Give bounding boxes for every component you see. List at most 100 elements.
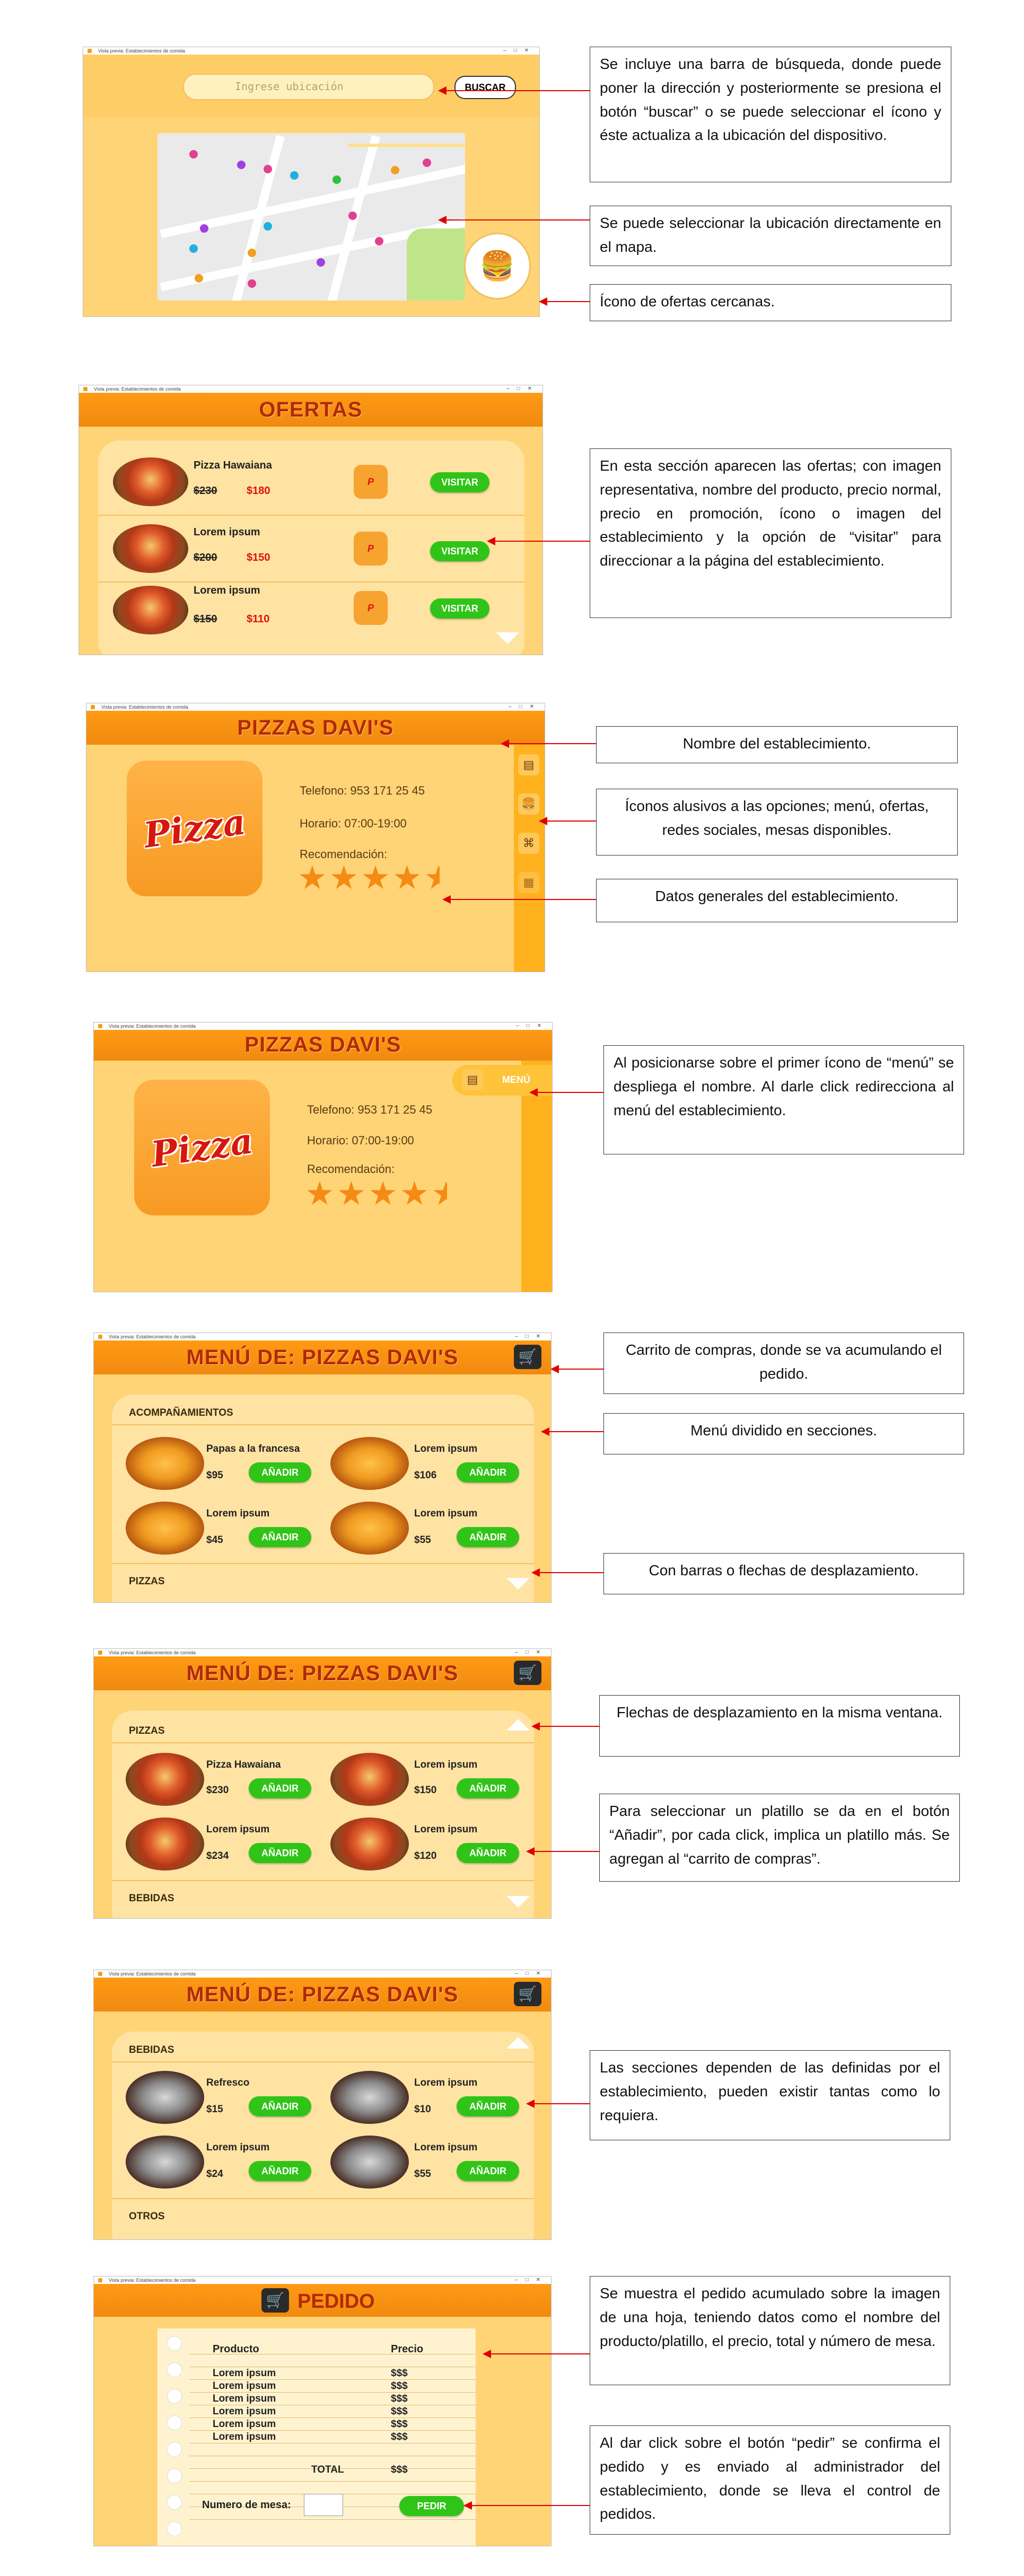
offer-image [113,586,188,634]
map-pin-icon[interactable] [237,161,246,169]
map-pin-icon[interactable] [391,166,399,174]
map-pin-icon[interactable] [348,211,357,220]
menu-icon[interactable]: ▤ [518,754,539,775]
map-pin-icon[interactable] [248,249,256,257]
note-general-data: Datos generales del establecimiento. [596,879,958,922]
menu-title: MENÚ DE: PIZZAS DAVI'S [186,1983,459,2006]
map-pin-icon[interactable] [423,158,431,167]
dish-price: $95 [206,1470,223,1481]
add-button[interactable]: AÑADIR [249,1462,311,1483]
map-screen: Vista previa: Establecimientos de comida… [83,47,540,317]
add-button[interactable]: AÑADIR [249,2161,311,2181]
shopping-cart-icon[interactable]: 🛒 [514,1982,541,2006]
menu-header: MENÚ DE: PIZZAS DAVI'S [94,1978,551,2012]
menu-icon[interactable]: ▤ [462,1069,483,1090]
map-pin-icon[interactable] [248,279,256,288]
window-controls[interactable]: –□✕ [515,1971,548,1977]
sheet-line [189,2430,476,2431]
add-button[interactable]: AÑADIR [249,1778,311,1798]
add-button[interactable]: AÑADIR [457,2161,519,2181]
dish-image [126,1818,204,1871]
menu-panel[interactable] [112,2032,534,2239]
add-button[interactable]: AÑADIR [457,1462,519,1483]
window-controls[interactable]: –□✕ [509,704,541,710]
order-button[interactable]: PEDIR [399,2496,464,2516]
table-number-label: Numero de mesa: [202,2499,291,2511]
scroll-up-arrow[interactable] [506,2037,530,2049]
establishment-name: PIZZAS DAVI'S [237,716,394,739]
window-controls[interactable]: –□✕ [503,48,536,54]
map-pin-icon[interactable] [189,150,198,158]
add-button[interactable]: AÑADIR [457,1843,519,1863]
scroll-down-arrow[interactable] [506,1578,530,1590]
tables-icon[interactable]: ▦ [518,872,539,893]
section-title: ACOMPAÑAMIENTOS [129,1407,233,1418]
window-controls[interactable]: –□✕ [516,1023,549,1029]
map-pin-icon[interactable] [332,175,341,184]
dish-name: Lorem ipsum [414,1443,478,1454]
map-pin-icon[interactable] [317,258,325,267]
map-pin-icon[interactable] [200,224,208,233]
section-divider [112,2061,534,2062]
add-button[interactable]: AÑADIR [249,2096,311,2116]
menu-panel[interactable] [112,1710,534,1918]
app-icon [98,1024,102,1028]
map-pin-icon[interactable] [264,165,272,173]
dish-image [330,1818,409,1871]
visit-button[interactable]: VISITAR [430,472,489,492]
add-button[interactable]: AÑADIR [457,2096,519,2116]
search-button[interactable]: BUSCAR [454,76,516,99]
note-arrow [487,537,590,545]
sheet-line [189,2481,476,2482]
map-pin-icon[interactable] [195,274,203,283]
dish-image [330,1502,409,1555]
shopping-cart-icon[interactable]: 🛒 [514,1661,541,1685]
window-controls[interactable]: –□✕ [515,2277,548,2283]
order-price: $$$ [391,2380,408,2392]
add-button[interactable]: AÑADIR [249,1527,311,1547]
phone-text: Telefono: 953 171 25 45 [307,1103,433,1116]
scroll-down-arrow[interactable] [496,632,519,644]
visit-button[interactable]: VISITAR [430,598,489,619]
window-controls[interactable]: –□✕ [506,386,539,392]
note-arrow [438,86,590,95]
visit-button[interactable]: VISITAR [430,541,489,561]
window-controls[interactable]: –□✕ [515,1649,548,1655]
shopping-cart-icon: 🛒 [261,2288,289,2313]
map-pin-icon[interactable] [264,222,272,231]
dish-name: Refresco [206,2077,250,2088]
dish-name: Lorem ipsum [206,2142,270,2153]
window-titlebar: Vista previa: Establecimientos de comida… [94,2277,551,2284]
add-button[interactable]: AÑADIR [249,1843,311,1863]
social-networks-icon[interactable]: ⌘ [518,833,539,854]
add-button[interactable]: AÑADIR [457,1778,519,1798]
next-section-title: OTROS [129,2211,165,2222]
menu-header: MENÚ DE: PIZZAS DAVI'S [94,1340,551,1374]
order-product: Lorem ipsum [213,2393,276,2404]
nearby-offers-icon[interactable]: 🍔 [464,233,531,299]
add-button[interactable]: AÑADIR [457,1527,519,1547]
map-view[interactable] [157,133,465,301]
offers-icon[interactable]: 🍔 [518,793,539,815]
window-controls[interactable]: –□✕ [515,1334,548,1339]
map-pin-icon[interactable] [375,237,383,245]
map-pin-icon[interactable] [189,244,198,253]
menu-tooltip-label: MENÚ [502,1074,530,1085]
shopping-cart-icon[interactable]: 🛒 [514,1345,541,1369]
table-number-input[interactable] [304,2494,343,2516]
price-column-header: Precio [391,2343,424,2355]
app-icon [98,2278,102,2282]
establishment-logo-icon: P [354,465,388,499]
dish-price: $45 [206,1534,223,1546]
scroll-up-arrow[interactable] [506,1719,530,1731]
window-title: Vista previa: Establecimientos de comida [109,1971,196,1977]
options-sidebar [514,745,545,972]
note-search: Se incluye una barra de búsqueda, donde … [590,47,951,182]
phone-text: Telefono: 953 171 25 45 [300,784,425,797]
map-pin-icon[interactable] [290,171,299,180]
scroll-down-arrow[interactable] [506,1896,530,1908]
offer-row: Pizza Hawaiana $230 $180 P VISITAR [98,449,524,516]
dish-name: Lorem ipsum [206,1824,270,1835]
menu-panel[interactable] [112,1395,534,1602]
note-order-sheet: Se muestra el pedido acumulado sobre la … [590,2276,950,2385]
